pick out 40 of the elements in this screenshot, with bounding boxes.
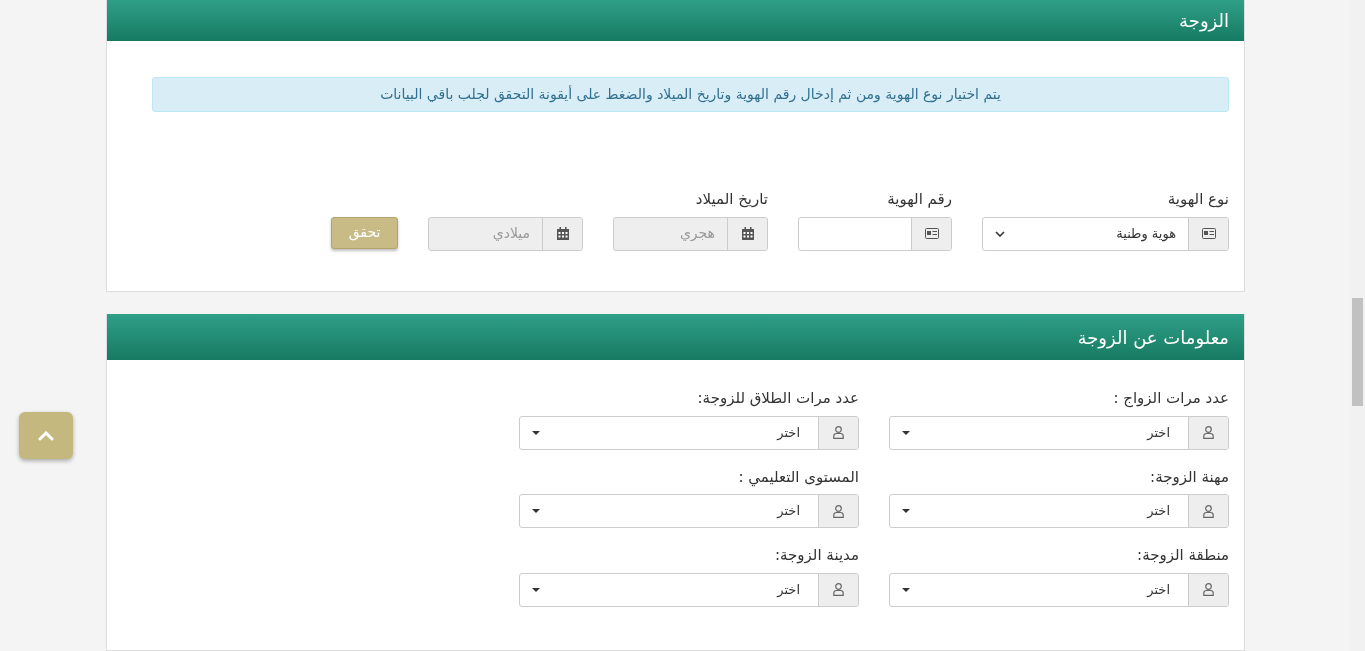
- panel-title: معلومات عن الزوجة: [1077, 325, 1229, 351]
- panel-title: الزوجة: [1179, 9, 1229, 34]
- scroll-top-button[interactable]: [19, 412, 73, 459]
- user-icon: [1203, 504, 1214, 518]
- dropdown-select[interactable]: اختر: [519, 572, 859, 607]
- chevron-up-icon: [38, 430, 54, 441]
- info-notice: يتم اختيار نوع الهوية ومن ثم إدخال رقم الهوية وتاريخ الميلاد والضغط على أيقونة التحقق لجلب باقي البيانات: [152, 77, 1229, 112]
- caret-icon: [902, 509, 910, 513]
- id-type-select[interactable]: هوية وطنية: [982, 216, 1229, 251]
- field-label: تاريخ الميلاد: [694, 189, 768, 210]
- caret-icon: [532, 509, 540, 513]
- dropdown-select[interactable]: اختر: [889, 415, 1229, 450]
- user-icon: [833, 583, 844, 596]
- user-icon: [1203, 426, 1214, 439]
- id-card-icon: [924, 228, 939, 239]
- field-label: نوع الهوية: [1166, 189, 1229, 210]
- caret-icon: [532, 430, 540, 435]
- field-label: عدد مرات الزواج :: [1112, 388, 1229, 410]
- user-icon: [833, 504, 844, 518]
- caret-icon: [902, 587, 910, 592]
- dropdown-select[interactable]: اختر: [519, 494, 859, 528]
- dropdown-select[interactable]: اختر: [889, 572, 1229, 607]
- calendar-icon: [556, 227, 569, 240]
- caret-icon: [902, 430, 910, 435]
- user-icon: [833, 426, 844, 439]
- calendar-icon: [741, 227, 754, 240]
- field-label: مدينة الزوجة:: [773, 545, 859, 566]
- field-label: منطقة الزوجة:: [1136, 545, 1229, 566]
- id-card-icon: [1201, 228, 1216, 239]
- dropdown-select[interactable]: اختر: [889, 494, 1229, 528]
- field-label: رقم الهوية: [886, 189, 952, 210]
- caret-icon: [532, 587, 540, 592]
- dropdown-select[interactable]: اختر: [519, 415, 859, 450]
- chevron-down-icon: [995, 230, 1005, 237]
- scrollbar-thumb[interactable]: [1352, 298, 1363, 406]
- user-icon: [1203, 583, 1214, 596]
- id-number-field[interactable]: [798, 216, 952, 251]
- field-label: مهنة الزوجة:: [1149, 466, 1229, 488]
- field-label: المستوى التعليمي :: [737, 466, 859, 488]
- field-label: عدد مرات الطلاق للزوجة:: [696, 388, 859, 409]
